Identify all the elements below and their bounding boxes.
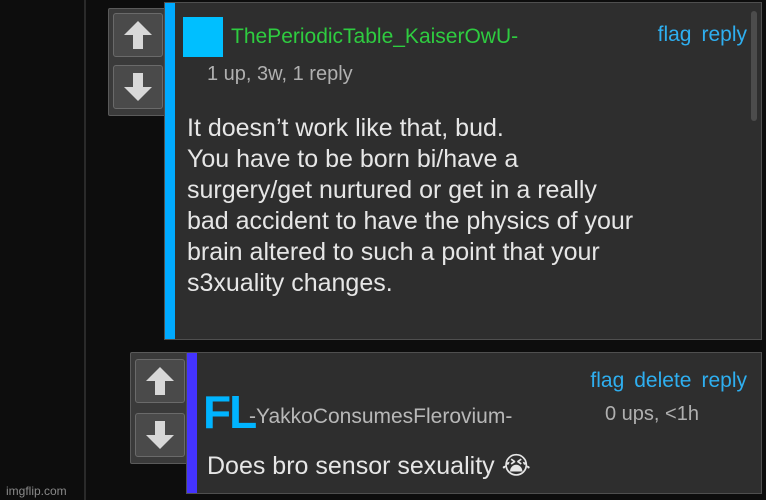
arrow-down-icon [124,73,152,101]
avatar[interactable] [183,17,223,57]
downvote-button[interactable] [135,413,185,457]
comment-actions: flag reply [658,23,747,47]
downvote-button[interactable] [113,65,163,109]
comment-accent-bar [187,353,197,493]
flag-link[interactable]: flag [658,23,692,47]
flag-link[interactable]: flag [590,369,624,393]
vote-box [130,352,190,464]
comment-body: Does bro sensor sexuality 😭 [207,452,531,480]
comment-body: It doesn’t work like that, bud. You have… [187,113,633,299]
comment-actions: flag delete reply [590,369,747,393]
comment-body-line: You have to be born bi/have a [187,145,519,173]
comment: FL -YakkoConsumesFlerovium- flag delete … [186,352,762,494]
comment-body-line: brain altered to such a point that your [187,238,600,266]
arrow-up-icon [124,21,152,49]
arrow-up-icon [146,367,174,395]
reply-link[interactable]: reply [701,369,747,393]
arrow-down-icon [146,421,174,449]
comment-body-line: bad accident to have the physics of your [187,207,634,235]
vote-box [108,8,168,116]
upvote-button[interactable] [135,359,185,403]
watermark: imgflip.com [6,484,67,498]
comment-meta: 1 up, 3w, 1 reply [207,63,353,85]
comment-body-line: It doesn’t work like that, bud. [187,114,504,142]
comment-body-line: s3xuality changes. [187,269,393,297]
delete-link[interactable]: delete [634,369,691,393]
avatar[interactable]: FL [203,389,257,435]
comment-meta: 0 ups, <1h [605,403,699,425]
comment-accent-bar [165,3,175,339]
thread-line [84,0,86,500]
comment-body-line: surgery/get nurtured or get in a really [187,176,597,204]
comment: ThePeriodicTable_KaiserOwU- flag reply 1… [164,2,762,340]
username-link[interactable]: ThePeriodicTable_KaiserOwU- [231,25,518,49]
upvote-button[interactable] [113,13,163,57]
reply-link[interactable]: reply [701,23,747,47]
scrollbar[interactable] [751,11,757,121]
username-link[interactable]: -YakkoConsumesFlerovium- [249,405,512,429]
